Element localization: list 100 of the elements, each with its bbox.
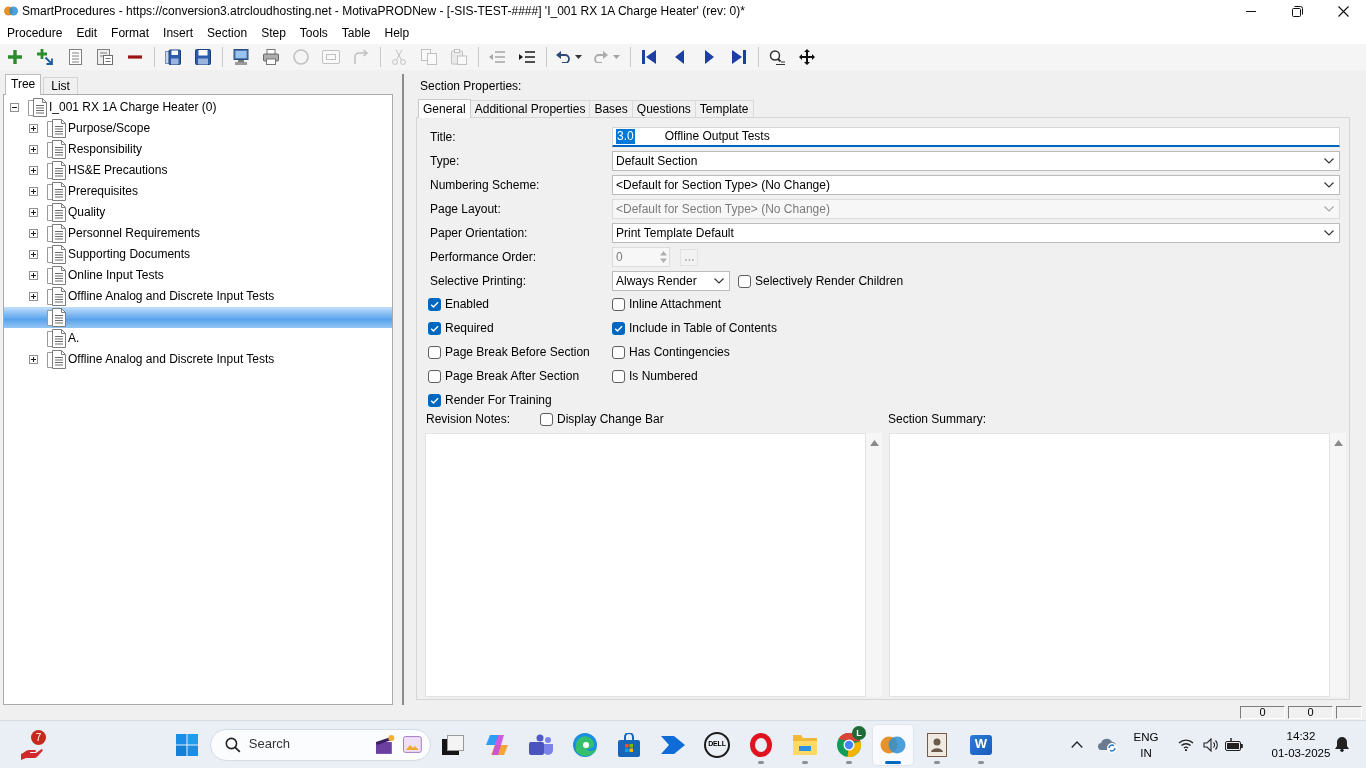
checkbox[interactable] <box>612 321 625 335</box>
tree-item[interactable]: Quality <box>4 202 392 223</box>
chevron-icon <box>1324 182 1334 188</box>
checkbox[interactable] <box>428 393 441 407</box>
windows-logo-icon[interactable] <box>176 733 198 756</box>
checkbox[interactable] <box>428 369 441 383</box>
wifi-icon[interactable] <box>1178 738 1194 751</box>
section-summary-field[interactable] <box>889 433 1330 697</box>
field-label: Title: <box>430 129 457 145</box>
dropdown[interactable]: <Default for Section Type> (No Change) <box>612 175 1340 195</box>
revision-notes-field[interactable] <box>425 433 866 697</box>
language-label[interactable]: ENG <box>1133 728 1159 745</box>
tab[interactable]: Template <box>694 100 754 117</box>
triangle-left-icon[interactable] <box>674 50 684 64</box>
menu-item[interactable]: Insert <box>156 25 201 41</box>
tree-item[interactable]: Personnel Requirements <box>4 223 392 244</box>
clock-date[interactable]: 01-03-2025 <box>1271 744 1331 762</box>
tree-item[interactable]: I_001 RX 1A Charge Heater (0) <box>4 97 392 118</box>
tree-item[interactable]: Offline Analog and Discrete Input Tests <box>4 349 392 370</box>
clock-time[interactable]: 14:32 <box>1286 727 1316 745</box>
tree-item[interactable]: Prerequisites <box>4 181 392 202</box>
document-lines-icon[interactable] <box>68 49 82 65</box>
tab[interactable]: Tree <box>5 74 42 95</box>
tree-item[interactable]: Responsibility <box>4 139 392 160</box>
checkbox[interactable] <box>428 345 441 359</box>
scrollbar[interactable] <box>866 433 882 697</box>
tab[interactable]: Additional Properties <box>469 100 591 117</box>
tree-item[interactable]: Online Input Tests <box>4 265 392 286</box>
printer-icon[interactable] <box>263 49 279 65</box>
scroll-up-arrow-icon[interactable] <box>869 440 879 446</box>
round-browser-icon <box>837 732 861 757</box>
document-list-icon[interactable] <box>97 49 113 65</box>
expand-icon[interactable] <box>29 187 38 196</box>
four-way-arrows-icon[interactable] <box>799 49 815 65</box>
caret-up-icon[interactable] <box>1071 741 1083 748</box>
floppy-pages-icon[interactable] <box>165 49 181 65</box>
menu-item[interactable]: Help <box>377 25 417 41</box>
checkbox[interactable] <box>612 297 625 311</box>
expand-icon[interactable] <box>29 229 38 238</box>
menu-item[interactable]: Format <box>104 25 157 41</box>
save-icon[interactable] <box>195 49 211 65</box>
bell-icon[interactable] <box>1335 737 1349 752</box>
skip-forward-icon[interactable] <box>732 50 746 64</box>
taskbar-button[interactable]: W <box>961 724 1001 765</box>
text-field[interactable]: 3.0 Offline Output Tests <box>612 127 1340 147</box>
monitor-icon[interactable] <box>233 49 249 65</box>
checkbox[interactable] <box>612 369 625 383</box>
menu-item[interactable]: Table <box>334 25 378 41</box>
expand-icon[interactable] <box>29 271 38 280</box>
collapse-icon[interactable] <box>10 103 19 112</box>
expand-icon[interactable] <box>29 145 38 154</box>
menu-item[interactable]: Section <box>200 25 255 41</box>
speaker-icon[interactable] <box>1202 737 1218 752</box>
tree-item[interactable]: Purpose/Scope <box>4 118 392 139</box>
menu-item[interactable]: Step <box>254 25 293 41</box>
checkbox[interactable] <box>428 297 441 311</box>
restore-icon[interactable] <box>1291 5 1303 17</box>
checkbox[interactable] <box>540 412 553 426</box>
tree-item[interactable] <box>4 307 392 328</box>
expand-icon[interactable] <box>29 166 38 175</box>
menu-item[interactable]: Tools <box>292 25 335 41</box>
chevron-icon <box>1324 230 1334 236</box>
checkbox[interactable] <box>738 274 751 288</box>
tree-item[interactable]: A. <box>4 328 392 349</box>
menu-item[interactable]: Edit <box>69 25 105 41</box>
dropdown[interactable]: Print Template Default <box>612 223 1340 243</box>
battery-icon[interactable] <box>1225 737 1243 752</box>
close-icon[interactable] <box>1337 5 1349 17</box>
plus-arrow-icon[interactable] <box>37 49 53 65</box>
tab[interactable]: List <box>43 77 78 94</box>
expand-icon[interactable] <box>29 250 38 259</box>
expand-icon[interactable] <box>29 124 38 133</box>
skip-back-icon[interactable] <box>642 50 656 64</box>
caret-icon[interactable] <box>575 55 582 59</box>
curved-arrow-icon[interactable] <box>556 51 570 63</box>
tab[interactable]: Questions <box>631 100 696 117</box>
taskbar-button[interactable]: L <box>829 724 869 765</box>
checkbox[interactable] <box>428 321 441 335</box>
dropdown[interactable]: Default Section <box>612 151 1340 171</box>
scroll-up-arrow-icon[interactable] <box>1333 440 1343 446</box>
menu-item[interactable]: Procedure <box>0 25 70 41</box>
expand-icon[interactable] <box>29 292 38 301</box>
tree-item[interactable]: Supporting Documents <box>4 244 392 265</box>
tree-item[interactable]: Offline Analog and Discrete Input Tests <box>4 286 392 307</box>
dropdown[interactable]: Always Render <box>612 271 730 291</box>
field-label: Selective Printing: <box>430 273 528 289</box>
arrow-lines-icon[interactable] <box>519 51 535 63</box>
scrollbar[interactable] <box>1330 433 1346 697</box>
triangle-right-icon[interactable] <box>704 50 714 64</box>
search-field[interactable]: Search <box>210 728 431 761</box>
magnifier-lines-icon[interactable] <box>769 49 785 65</box>
cloud-sync-icon[interactable] <box>1098 736 1118 753</box>
expand-icon[interactable] <box>29 208 38 217</box>
minimize-icon[interactable] <box>1246 10 1256 12</box>
tab[interactable]: General <box>418 99 471 118</box>
expand-icon[interactable] <box>29 355 38 364</box>
region-label[interactable]: IN <box>1140 744 1152 761</box>
checkbox[interactable] <box>612 345 625 359</box>
plus-icon[interactable] <box>8 50 22 64</box>
tree-item[interactable]: HS&E Precautions <box>4 160 392 181</box>
